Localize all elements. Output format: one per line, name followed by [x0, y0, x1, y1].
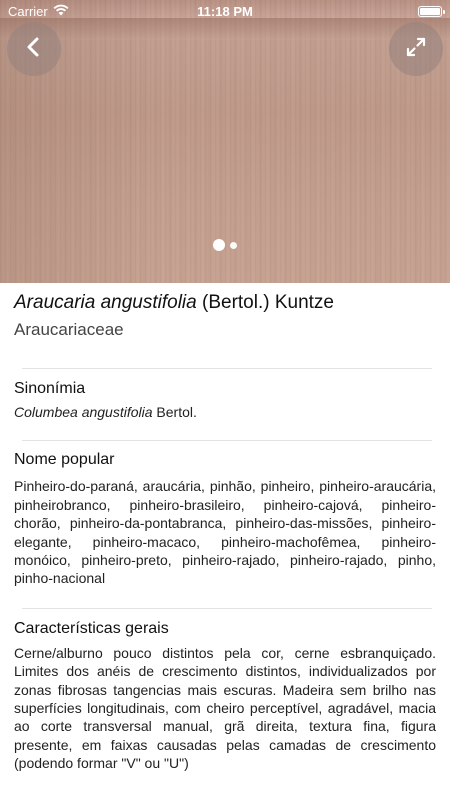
synonyms-text: Columbea angustifolia Bertol. [14, 403, 436, 421]
chevron-left-icon [23, 36, 45, 63]
expand-icon [405, 36, 427, 63]
back-button[interactable] [7, 22, 61, 76]
general-characteristics-text: Cerne/alburno pouco distintos pela cor, … [14, 644, 436, 772]
status-time: 11:18 PM [197, 4, 253, 19]
species-name: Araucaria angustifolia (Bertol.) Kuntze [14, 292, 436, 314]
fullscreen-button[interactable] [389, 22, 443, 76]
pager-dot[interactable] [230, 241, 237, 249]
synonyms-title: Sinonímia [14, 380, 86, 397]
popular-names-text: Pinheiro-do-paraná, araucária, pinhão, p… [14, 478, 436, 587]
divider [22, 440, 432, 442]
battery-icon [418, 5, 445, 17]
synonym-author: Bertol. [152, 404, 197, 420]
synonym-binomial: Columbea angustifolia [14, 404, 153, 420]
species-binomial: Araucaria angustifolia [14, 292, 197, 313]
general-characteristics-title: Características gerais [14, 619, 169, 637]
pager-dot-active[interactable] [213, 239, 225, 251]
species-author: (Bertol.) Kuntze [196, 292, 334, 313]
species-family: Araucariaceae [14, 320, 124, 339]
divider [22, 368, 432, 369]
species-details: Araucaria angustifolia (Bertol.) Kuntze … [14, 283, 436, 773]
popular-names-title: Nome popular [14, 451, 115, 469]
image-pager[interactable] [0, 239, 450, 251]
status-bar: Carrier 11:18 PM [0, 0, 450, 22]
divider [22, 607, 432, 609]
